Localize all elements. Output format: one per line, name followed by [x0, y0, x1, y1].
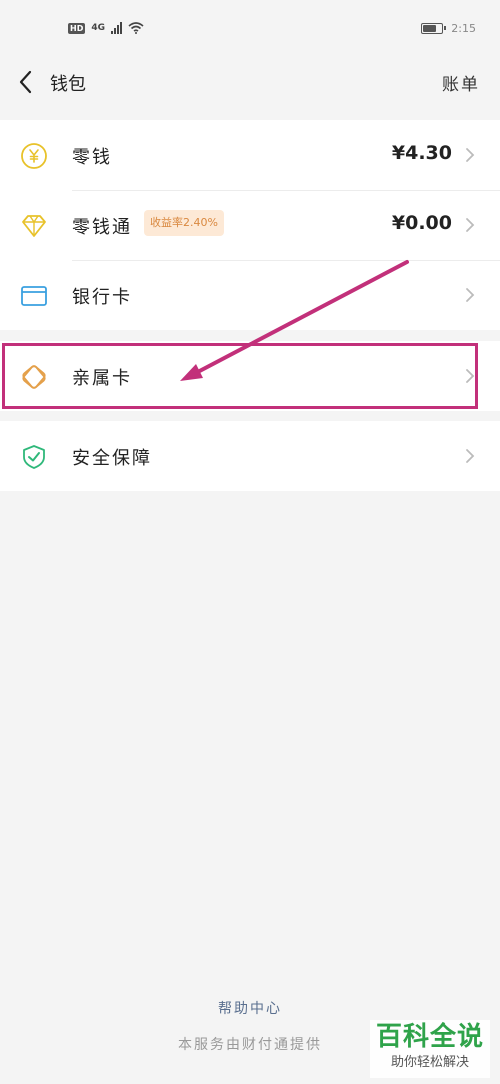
signal-icon: [111, 22, 122, 34]
hd-indicator: HD: [68, 22, 86, 34]
family-card-icon: [22, 365, 46, 389]
wallet-item-family-card[interactable]: 亲属卡: [0, 341, 500, 411]
battery-icon: [421, 23, 447, 34]
nav-bar: 钱包 账单: [0, 60, 500, 104]
chevron-right-icon: [466, 288, 475, 302]
help-center-link[interactable]: 帮助中心: [0, 998, 500, 1018]
yield-badge: 收益率2.40%: [144, 210, 224, 236]
security-label: 安全保障: [72, 448, 152, 469]
wallet-item-security[interactable]: 安全保障: [0, 421, 500, 491]
watermark: 百科全说 助你轻松解决: [370, 1020, 490, 1078]
wallet-group: 零钱 ¥4.30 零钱通 收益率2.40% ¥0.00 银行卡: [0, 120, 500, 330]
change-balance: ¥4.30: [391, 142, 452, 164]
wallet-item-bank-card[interactable]: 银行卡: [0, 260, 500, 330]
wallet-item-label: 银行卡: [72, 287, 132, 308]
wallet-item-lqt[interactable]: 零钱通 收益率2.40% ¥0.00: [0, 190, 500, 260]
lqt-balance: ¥0.00: [391, 212, 452, 234]
watermark-subtitle: 助你轻松解决: [390, 1055, 469, 1070]
wifi-icon: [128, 22, 144, 34]
bank-card-icon: [21, 286, 47, 306]
wallet-item-label: 零钱: [72, 147, 112, 168]
page-title: 钱包: [50, 74, 86, 95]
status-bar: HD 4G 2:15: [0, 0, 500, 60]
yen-coin-icon: [21, 143, 47, 169]
chevron-right-icon: [466, 449, 475, 463]
chevron-right-icon: [466, 369, 475, 383]
chevron-right-icon: [466, 218, 475, 232]
watermark-title: 百科全说: [375, 1022, 484, 1052]
bill-button[interactable]: 账单: [442, 70, 480, 95]
wallet-item-change[interactable]: 零钱 ¥4.30: [0, 120, 500, 190]
chevron-right-icon: [466, 148, 475, 162]
security-group: 安全保障: [0, 421, 500, 491]
status-time: 2:15: [451, 22, 476, 35]
diamond-icon: [22, 215, 46, 237]
network-type: 4G: [91, 23, 105, 33]
family-card-group: 亲属卡: [0, 341, 500, 411]
wallet-item-label: 零钱通: [72, 217, 132, 238]
shield-check-icon: [23, 445, 45, 469]
family-card-label: 亲属卡: [72, 368, 132, 389]
back-arrow-icon[interactable]: [14, 68, 38, 96]
